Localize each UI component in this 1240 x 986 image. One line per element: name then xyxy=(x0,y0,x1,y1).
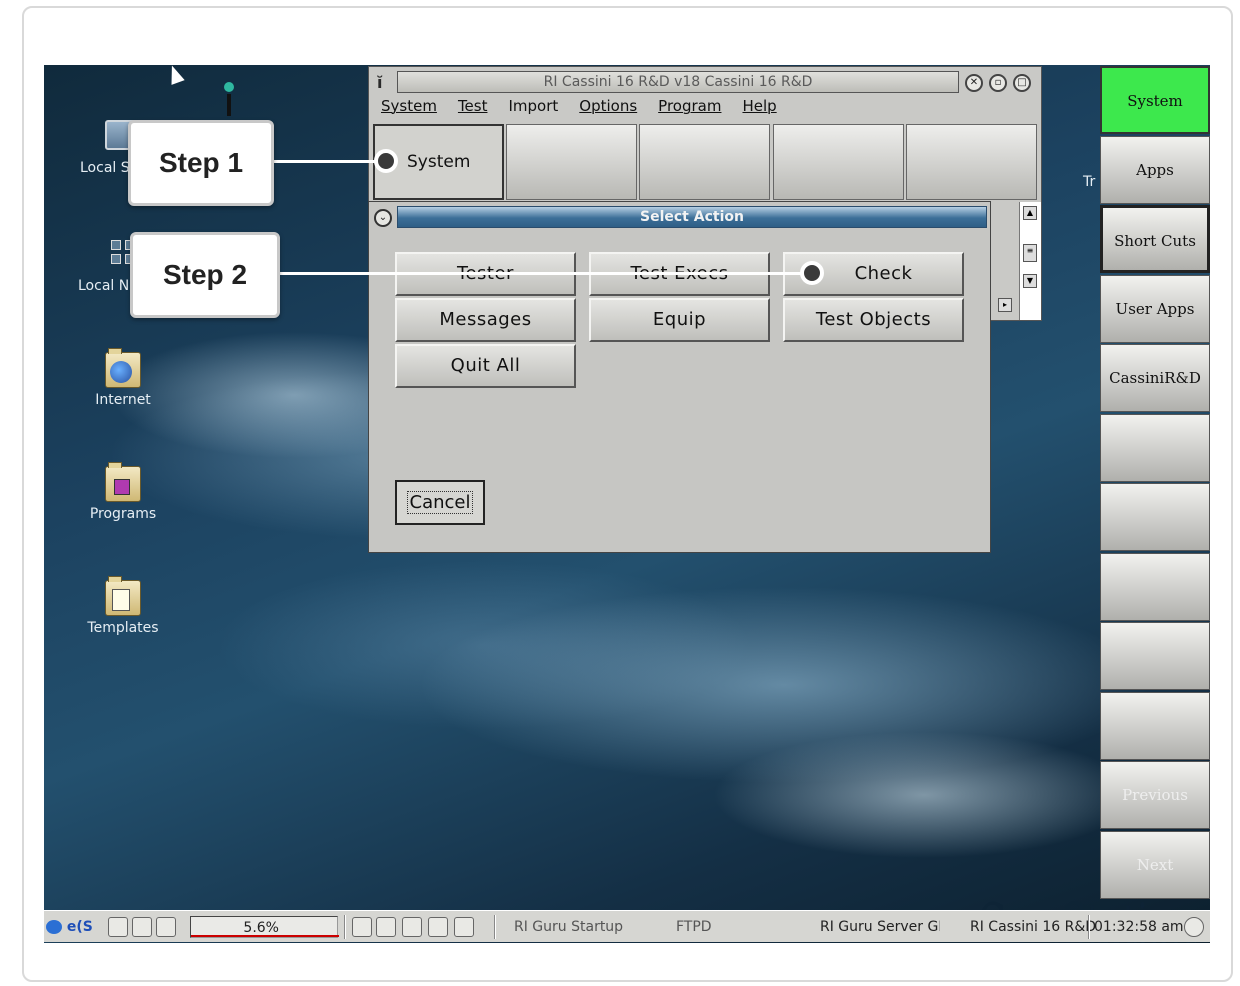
panel-button-system[interactable]: System xyxy=(1100,66,1210,134)
power-icon[interactable] xyxy=(156,917,176,937)
scroll-thumb[interactable]: ≡ xyxy=(1023,244,1037,262)
lock-icon[interactable] xyxy=(108,917,128,937)
templates-folder-icon xyxy=(105,576,141,616)
desktop-icon-templates[interactable]: Templates xyxy=(68,576,178,636)
window-list-icon[interactable] xyxy=(352,917,372,937)
callout-dot xyxy=(374,149,398,173)
callout-dot xyxy=(800,261,824,285)
tab-empty-4[interactable] xyxy=(773,124,904,200)
test-objects-button[interactable]: Test Objects xyxy=(783,298,964,342)
vertical-scrollbar[interactable]: ▲ ≡ ▼ ▸ xyxy=(998,202,1041,320)
equip-button[interactable]: Equip xyxy=(589,298,770,342)
scroll-up-icon[interactable]: ▲ xyxy=(1023,206,1037,220)
tab-empty-3[interactable] xyxy=(639,124,770,200)
minimize-icon[interactable]: ▫ xyxy=(989,74,1007,92)
dialog-title: Select Action xyxy=(397,206,987,228)
desktop-icon-label: Internet xyxy=(95,392,151,408)
desktop-icon-internet[interactable]: Internet xyxy=(68,348,178,408)
drive-icon[interactable] xyxy=(428,917,448,937)
panel-button-short-cuts[interactable]: Short Cuts xyxy=(1100,205,1210,273)
taskbar-separator xyxy=(494,915,496,939)
app-logo-icon: ĭ xyxy=(377,73,383,92)
desktop-icon-programs[interactable]: Programs xyxy=(68,462,178,522)
panel-button-apps[interactable]: Apps xyxy=(1100,136,1210,204)
maximize-icon[interactable]: □ xyxy=(1013,74,1031,92)
panel-button-empty-7[interactable] xyxy=(1100,483,1210,551)
panel-button-empty-6[interactable] xyxy=(1100,414,1210,482)
clock: 01:32:58 am xyxy=(1094,919,1184,935)
programs-folder-icon xyxy=(105,462,141,502)
search-icon[interactable] xyxy=(132,917,152,937)
folder-icon[interactable] xyxy=(376,917,396,937)
menu-program[interactable]: Program xyxy=(658,97,721,119)
panel-button-cassini-rd[interactable]: CassiniR&D xyxy=(1100,344,1210,412)
tab-empty-5[interactable] xyxy=(906,124,1037,200)
desktop-icon-ri[interactable] xyxy=(222,82,236,118)
callout-line xyxy=(278,272,808,275)
task-ftpd[interactable]: FTPD xyxy=(676,915,712,939)
cpu-load-meter: 5.6% xyxy=(190,916,339,938)
panel-button-user-apps[interactable]: User Apps xyxy=(1100,275,1210,343)
menu-help[interactable]: Help xyxy=(742,97,776,119)
taskbar: e(S 5.6% RI Guru Startup FTPD RI Guru Se… xyxy=(44,910,1210,942)
globe-folder-icon xyxy=(105,348,141,388)
panel-button-empty-8[interactable] xyxy=(1100,553,1210,621)
right-panel: System Apps Short Cuts User Apps Cassini… xyxy=(1100,66,1210,902)
select-action-dialog: ⌄ Select Action Tester Test Execs Check … xyxy=(368,201,991,553)
step-1-callout: Step 1 xyxy=(128,120,274,206)
scroll-right-icon[interactable]: ▸ xyxy=(998,298,1012,312)
taskbar-separator xyxy=(1088,915,1090,939)
task-ri-guru-server[interactable]: RI Guru Server GBI xyxy=(820,915,940,939)
app-titlebar[interactable]: RI Cassini 16 R&D v18 Cassini 16 R&D xyxy=(397,71,959,93)
task-ri-cassini[interactable]: RI Cassini 16 R&D xyxy=(970,915,1096,939)
menu-options[interactable]: Options xyxy=(579,97,637,119)
task-ri-guru-startup[interactable]: RI Guru Startup xyxy=(514,915,623,939)
tools-icon[interactable] xyxy=(402,917,422,937)
chevron-down-icon[interactable]: ⌄ xyxy=(374,209,392,227)
pen-icon[interactable] xyxy=(1184,917,1204,937)
step-2-callout: Step 2 xyxy=(130,232,280,318)
close-icon[interactable]: ✕ xyxy=(965,74,983,92)
desktop-partial-label: Tr xyxy=(1083,174,1096,190)
panel-button-previous[interactable]: Previous xyxy=(1100,761,1210,829)
panel-button-empty-10[interactable] xyxy=(1100,692,1210,760)
desktop-icon-label: Templates xyxy=(87,620,159,636)
cancel-button[interactable]: Cancel xyxy=(395,480,485,525)
callout-line xyxy=(272,160,390,163)
quit-all-button[interactable]: Quit All xyxy=(395,344,576,388)
menu-bar: System Test Import Options Program Help xyxy=(381,97,798,119)
menu-test[interactable]: Test xyxy=(458,97,488,119)
start-button[interactable]: e(S xyxy=(46,915,93,939)
scroll-down-icon[interactable]: ▼ xyxy=(1023,274,1037,288)
panel-button-next[interactable]: Next xyxy=(1100,831,1210,899)
ecs-logo-icon xyxy=(46,920,62,934)
messages-button[interactable]: Messages xyxy=(395,298,576,342)
desktop-icon-label: Programs xyxy=(89,506,157,522)
panel-button-empty-9[interactable] xyxy=(1100,622,1210,690)
menu-system[interactable]: System xyxy=(381,97,437,119)
book-icon[interactable] xyxy=(454,917,474,937)
taskbar-separator xyxy=(344,915,346,939)
tab-empty-2[interactable] xyxy=(506,124,637,200)
menu-import[interactable]: Import xyxy=(508,97,558,119)
